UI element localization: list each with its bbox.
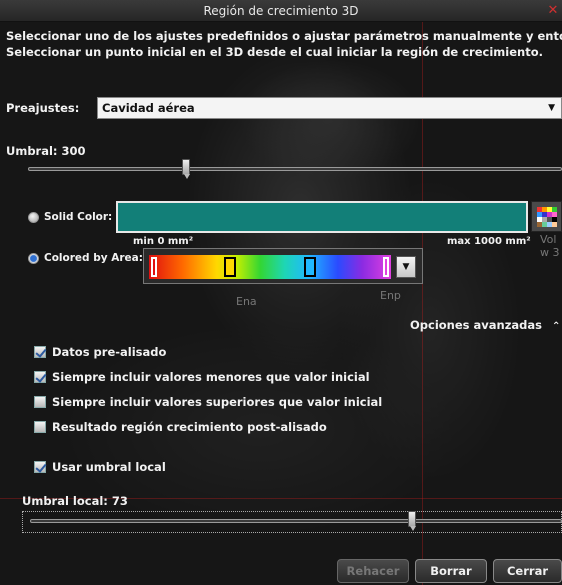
local-threshold-slider[interactable] [30,519,562,523]
presets-selected: Cavidad aérea [102,101,195,115]
max-area-label: max 1000 mm² [447,236,531,247]
option-label: Datos pre-alisado [52,345,167,359]
option-include-lower[interactable]: Siempre incluir valores menores que valo… [34,369,370,385]
chevron-up-icon: ⌃ [552,321,561,332]
threshold-slider-thumb[interactable] [182,159,190,179]
option-label: Siempre incluir valores superiores que v… [52,395,383,409]
area-color-gradient[interactable] [149,255,391,279]
color-palette-icon [537,207,557,227]
solid-color-swatch[interactable] [116,201,528,233]
min-area-label: min 0 mm² [133,236,194,247]
close-icon[interactable]: ✕ [546,0,560,22]
chevron-down-icon: ▼ [548,103,555,113]
local-threshold-label: Umbral local: 73 [22,494,128,508]
option-label: Siempre incluir valores menores que valo… [52,370,370,384]
gradient-handle-red[interactable] [151,257,157,277]
option-label: Resultado región crecimiento post-alisad… [52,420,327,434]
clear-button[interactable]: Borrar [415,559,487,583]
checkbox-pre-smoothing[interactable] [34,346,46,358]
local-threshold-slider-thumb[interactable] [408,511,416,531]
ena-hint: Ena [236,295,257,308]
checkbox-local-threshold[interactable] [34,461,46,473]
redo-button[interactable]: Rehacer [337,559,409,583]
enp-hint: Enp [380,289,401,302]
threshold-label: Umbral: 300 [6,144,86,158]
option-post-smoothing[interactable]: Resultado región crecimiento post-alisad… [34,419,327,435]
gradient-handle-blue[interactable] [304,257,316,277]
vol-hint-2: w 3 [540,246,560,259]
option-local-threshold[interactable]: Usar umbral local [34,459,166,475]
checkbox-include-lower[interactable] [34,371,46,383]
colored-by-area-radio[interactable] [28,253,39,264]
option-pre-smoothing[interactable]: Datos pre-alisado [34,344,166,360]
checkbox-post-smoothing[interactable] [34,421,46,433]
option-label: Usar umbral local [52,460,166,474]
vol-hint: Vol [540,233,557,246]
presets-dropdown[interactable]: Cavidad aérea ▼ [97,97,562,119]
solid-color-radio[interactable] [28,212,39,223]
gradient-dropdown-button[interactable]: ▼ [396,256,416,278]
advanced-options-label: Opciones avanzadas [410,318,542,332]
colored-by-area-label: Colored by Area: [44,252,143,264]
threshold-slider[interactable] [28,167,562,171]
dialog-title: Región de crecimiento 3D [203,4,359,18]
close-button[interactable]: Cerrar [493,559,562,583]
palette-button[interactable] [531,201,562,232]
option-include-higher[interactable]: Siempre incluir valores superiores que v… [34,394,382,410]
gradient-handle-magenta[interactable] [383,257,389,277]
dialog-titlebar: Región de crecimiento 3D ✕ [0,0,562,22]
presets-label: Preajustes: [6,101,80,115]
instructions-line-1: Seleccionar uno de los ajustes predefini… [6,29,562,43]
solid-color-label: Solid Color: [44,211,113,223]
checkbox-include-higher[interactable] [34,396,46,408]
advanced-options-toggle[interactable]: Opciones avanzadas ⌃ [410,318,560,332]
instructions-line-2: Seleccionar un punto inicial en el 3D de… [6,45,543,59]
instructions: Seleccionar uno de los ajustes predefini… [6,28,562,60]
area-color-gradient-editor[interactable]: ▼ [143,248,423,284]
gradient-handle-yellow[interactable] [224,257,236,277]
chevron-down-icon: ▼ [402,262,410,272]
